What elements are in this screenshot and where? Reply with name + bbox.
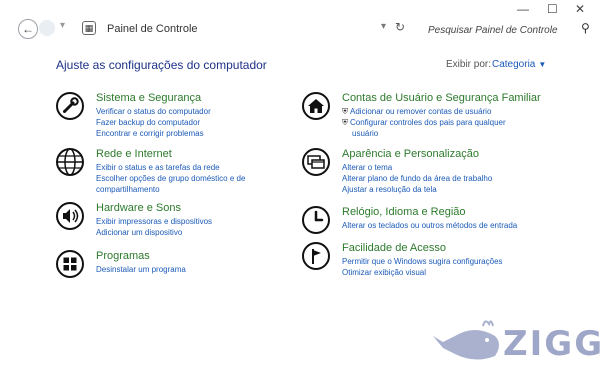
- display-icon[interactable]: [302, 148, 330, 176]
- watermark-text: ZIGG: [503, 324, 600, 364]
- refresh-icon[interactable]: ↻: [395, 20, 405, 34]
- search-icon[interactable]: ⚲: [581, 21, 590, 35]
- category-link[interactable]: Adicionar um dispositivo: [96, 227, 212, 238]
- view-by-dropdown[interactable]: Categoria ▼: [492, 59, 546, 70]
- category-appearance: Aparência e Personalização Alterar o tem…: [302, 148, 492, 195]
- category-link[interactable]: Verificar o status do computador: [96, 106, 211, 117]
- globe-icon[interactable]: [56, 148, 84, 176]
- link-text: Configurar controles dos pais para qualq…: [350, 118, 506, 127]
- chevron-down-icon: ▼: [538, 60, 547, 69]
- programs-icon[interactable]: [56, 250, 84, 278]
- minimize-icon[interactable]: —: [517, 2, 529, 16]
- category-title[interactable]: Rede e Internet: [96, 148, 245, 160]
- category-link[interactable]: Escolher opções de grupo doméstico e de: [96, 173, 245, 184]
- category-system-security: Sistema e Segurança Verificar o status d…: [56, 92, 211, 139]
- category-title[interactable]: Facilidade de Acesso: [342, 242, 503, 254]
- category-hardware-sound: Hardware e Sons Exibir impressoras e dis…: [56, 202, 212, 238]
- shield-icon: ⛨: [342, 118, 348, 127]
- shield-icon: ⛨: [342, 107, 348, 116]
- category-link[interactable]: Ajustar a resolução da tela: [342, 184, 492, 195]
- category-link[interactable]: Alterar o tema: [342, 162, 492, 173]
- category-title[interactable]: Aparência e Personalização: [342, 148, 492, 160]
- category-link[interactable]: compartilhamento: [96, 184, 245, 195]
- navigation-bar: — ☐ ✕ ← ▾ ▦ Painel de Controle ▾ ↻ ⚲: [0, 0, 600, 52]
- category-link[interactable]: Alterar os teclados ou outros métodos de…: [342, 220, 517, 231]
- speaker-icon[interactable]: [56, 202, 84, 230]
- category-title[interactable]: Programas: [96, 250, 186, 262]
- close-icon[interactable]: ✕: [575, 2, 585, 16]
- back-button[interactable]: ←: [18, 19, 38, 39]
- category-link[interactable]: Otimizar exibição visual: [342, 267, 503, 278]
- control-panel-icon: ▦: [82, 21, 96, 35]
- history-chevron-icon[interactable]: ▾: [60, 20, 65, 31]
- link-text: Adicionar ou remover contas de usuário: [350, 107, 492, 116]
- category-user-accounts: Contas de Usuário e Segurança Familiar ⛨…: [302, 92, 541, 139]
- category-link[interactable]: Desinstalar um programa: [96, 264, 186, 275]
- forward-button[interactable]: [39, 20, 55, 36]
- category-link[interactable]: Fazer backup do computador: [96, 117, 211, 128]
- category-link[interactable]: Exibir o status e as tarefas da rede: [96, 162, 245, 173]
- category-link[interactable]: Permitir que o Windows sugira configuraç…: [342, 256, 503, 267]
- category-accessibility: Facilidade de Acesso Permitir que o Wind…: [302, 242, 503, 278]
- wrench-icon[interactable]: [56, 92, 84, 120]
- address-chevron-icon[interactable]: ▾: [381, 21, 386, 32]
- view-by-label: Exibir por:: [446, 59, 492, 70]
- accessibility-icon[interactable]: [302, 242, 330, 270]
- page-title: Ajuste as configurações do computador: [56, 58, 267, 72]
- category-title[interactable]: Sistema e Segurança: [96, 92, 211, 104]
- clock-icon[interactable]: [302, 206, 330, 234]
- category-link[interactable]: ⛨ Adicionar ou remover contas de usuário: [342, 106, 541, 117]
- category-clock-region: Relógio, Idioma e Região Alterar os tecl…: [302, 206, 517, 234]
- category-link[interactable]: Encontrar e corrigir problemas: [96, 128, 211, 139]
- category-network-internet: Rede e Internet Exibir o status e as tar…: [56, 148, 245, 195]
- view-by-value: Categoria: [492, 59, 536, 70]
- category-title[interactable]: Relógio, Idioma e Região: [342, 206, 517, 218]
- search-input[interactable]: [426, 20, 570, 40]
- maximize-icon[interactable]: ☐: [547, 2, 558, 16]
- category-link[interactable]: ⛨ Configurar controles dos pais para qual…: [342, 117, 541, 128]
- category-title[interactable]: Contas de Usuário e Segurança Familiar: [342, 92, 541, 104]
- category-link[interactable]: Alterar plano de fundo da área de trabal…: [342, 173, 492, 184]
- category-programs: Programas Desinstalar um programa: [56, 250, 186, 278]
- home-icon[interactable]: [302, 92, 330, 120]
- category-link[interactable]: Exibir impressoras e dispositivos: [96, 216, 212, 227]
- breadcrumb[interactable]: Painel de Controle: [107, 23, 198, 35]
- category-link[interactable]: usuário: [342, 128, 541, 139]
- category-title[interactable]: Hardware e Sons: [96, 202, 212, 214]
